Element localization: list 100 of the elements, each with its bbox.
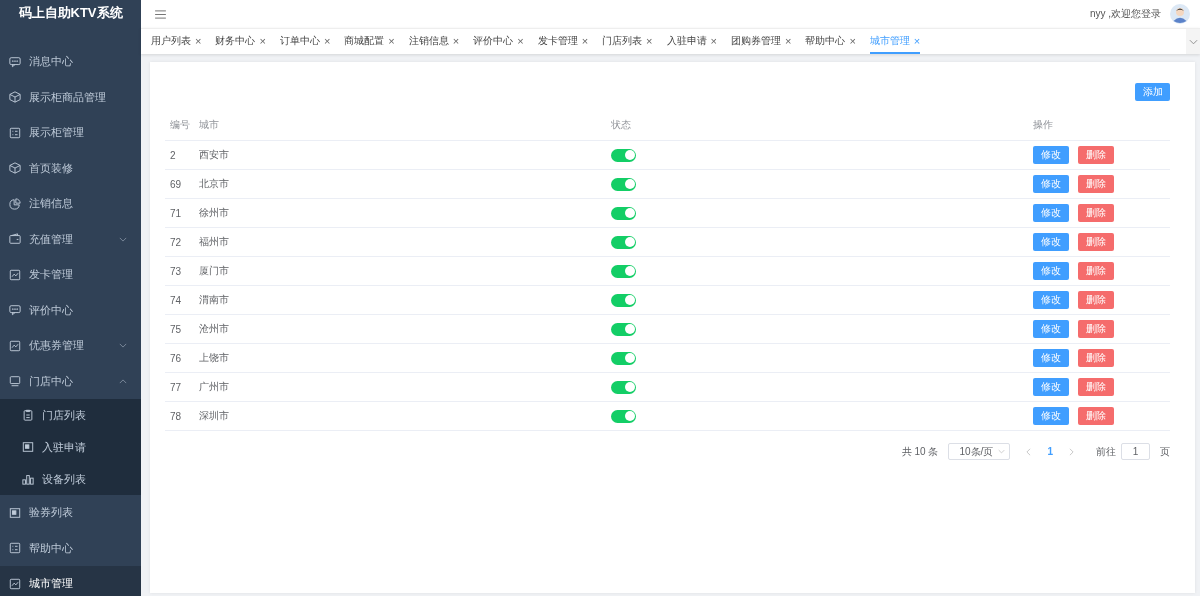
menu-item[interactable]: 消息中心 xyxy=(0,44,141,80)
chevron-down-icon xyxy=(119,236,127,242)
submenu-item[interactable]: 入驻申请 xyxy=(0,431,141,463)
menu-item[interactable]: 展示柜商品管理 xyxy=(0,79,141,115)
column-header: 操作 xyxy=(1032,110,1170,141)
total-count: 共 10 条 xyxy=(901,444,939,459)
table-cell: 74 xyxy=(165,285,193,315)
table-cell: 厦门市 xyxy=(193,256,610,286)
table-cell: 沧州市 xyxy=(193,314,610,344)
menu-item[interactable]: 城市管理 xyxy=(0,566,141,596)
tab[interactable]: 团购券管理 × xyxy=(730,29,792,54)
tab[interactable]: 门店列表 × xyxy=(602,29,653,54)
chevron-down-icon xyxy=(998,449,1006,454)
table-cell: 77 xyxy=(165,372,193,402)
tab[interactable]: 发卡管理 × xyxy=(537,29,589,54)
status-switch[interactable] xyxy=(611,351,636,365)
page-jump-input[interactable]: 1 xyxy=(1121,443,1150,460)
tabs-dropdown-button[interactable] xyxy=(1186,29,1200,54)
chart-icon xyxy=(9,339,21,352)
tab[interactable]: 帮助中心 × xyxy=(805,29,856,54)
close-icon[interactable]: × xyxy=(581,34,589,47)
image-icon xyxy=(22,441,34,453)
list-icon xyxy=(9,542,21,555)
table-cell: 北京市 xyxy=(193,169,610,199)
jump-label: 前往 xyxy=(1096,444,1116,459)
chat-icon xyxy=(9,304,21,317)
monitor-icon xyxy=(9,375,21,388)
next-page-icon[interactable] xyxy=(1069,447,1074,456)
close-icon[interactable]: × xyxy=(849,34,856,47)
column-header: 城市 xyxy=(193,110,610,141)
menu-icon[interactable] xyxy=(155,9,166,19)
close-icon[interactable]: × xyxy=(517,34,524,47)
status-switch[interactable] xyxy=(611,380,636,394)
chevron-up-icon xyxy=(119,378,127,384)
chart-icon xyxy=(9,577,21,590)
app-title: 码上自助KTV系统 xyxy=(17,4,124,22)
table-cell: 渭南市 xyxy=(193,285,610,315)
menu-group[interactable]: 优惠券管理 xyxy=(0,328,141,364)
column-header: 状态 xyxy=(610,110,1032,141)
tab[interactable]: 商城配置 × xyxy=(344,29,395,54)
list-icon xyxy=(9,126,21,139)
table-cell: 福州市 xyxy=(193,227,610,257)
menu-item[interactable]: 评价中心 xyxy=(0,292,141,328)
table-cell: 徐州市 xyxy=(193,198,610,228)
menu-group[interactable]: 充值管理 xyxy=(0,221,141,257)
table-cell: 73 xyxy=(165,256,193,286)
tab[interactable]: 用户列表 × xyxy=(151,29,202,54)
close-icon[interactable]: × xyxy=(646,34,653,47)
previous-page-icon[interactable] xyxy=(1026,447,1032,456)
status-switch[interactable] xyxy=(611,148,636,162)
table-cell: 71 xyxy=(165,198,193,228)
pie-icon xyxy=(9,197,21,210)
table-cell: 西安市 xyxy=(193,140,610,170)
menu-group[interactable]: 门店中心 xyxy=(0,363,141,399)
table-cell: 75 xyxy=(165,314,193,344)
chevron-down-icon xyxy=(119,343,127,348)
close-icon[interactable]: × xyxy=(710,34,717,47)
submenu-item[interactable]: 门店列表 xyxy=(0,399,141,431)
table-cell: 78 xyxy=(165,401,193,431)
chat-icon xyxy=(9,55,21,68)
chevron-down-icon xyxy=(1188,38,1198,45)
close-icon[interactable]: × xyxy=(388,34,395,47)
close-icon[interactable]: × xyxy=(452,34,460,47)
tab[interactable]: 订单中心 × xyxy=(279,29,331,54)
wallet-icon xyxy=(9,233,21,246)
menu-item[interactable]: 发卡管理 xyxy=(0,257,141,293)
status-switch[interactable] xyxy=(611,322,636,336)
table-cell: 2 xyxy=(165,140,193,170)
avatar[interactable] xyxy=(1170,4,1190,24)
status-switch[interactable] xyxy=(611,177,636,191)
page-size-select[interactable]: 10条/页 xyxy=(948,443,1011,460)
table-cell: 深圳市 xyxy=(193,401,610,431)
clipboard-icon xyxy=(22,409,34,421)
menu-item[interactable]: 首页装修 xyxy=(0,150,141,186)
status-switch[interactable] xyxy=(611,293,636,307)
status-switch[interactable] xyxy=(611,206,636,220)
table-cell: 69 xyxy=(165,169,193,199)
table-cell: 76 xyxy=(165,343,193,373)
tab[interactable]: 入驻申请 × xyxy=(666,29,717,54)
close-icon[interactable]: × xyxy=(323,34,331,47)
image-icon xyxy=(9,506,21,519)
status-switch[interactable] xyxy=(611,409,636,423)
cube-icon xyxy=(9,91,21,104)
tab[interactable]: 财务中心 × xyxy=(215,29,266,54)
menu-item[interactable]: 注销信息 xyxy=(0,186,141,222)
status-switch[interactable] xyxy=(611,235,636,249)
table-cell: 72 xyxy=(165,227,193,257)
menu-item[interactable]: 验券列表 xyxy=(0,495,141,531)
close-icon[interactable]: × xyxy=(784,34,792,47)
table-cell: 广州市 xyxy=(193,372,610,402)
close-icon[interactable]: × xyxy=(195,34,202,47)
menu-item[interactable]: 帮助中心 xyxy=(0,530,141,566)
tab[interactable]: 评价中心 × xyxy=(473,29,524,54)
chart-icon xyxy=(9,268,21,281)
menu-item[interactable]: 展示柜管理 xyxy=(0,115,141,151)
status-switch[interactable] xyxy=(611,264,636,278)
submenu-item[interactable]: 设备列表 xyxy=(0,463,141,495)
tab[interactable]: 注销信息 × xyxy=(408,29,460,54)
close-icon[interactable]: × xyxy=(259,34,266,47)
bar-chart-icon xyxy=(22,473,34,485)
